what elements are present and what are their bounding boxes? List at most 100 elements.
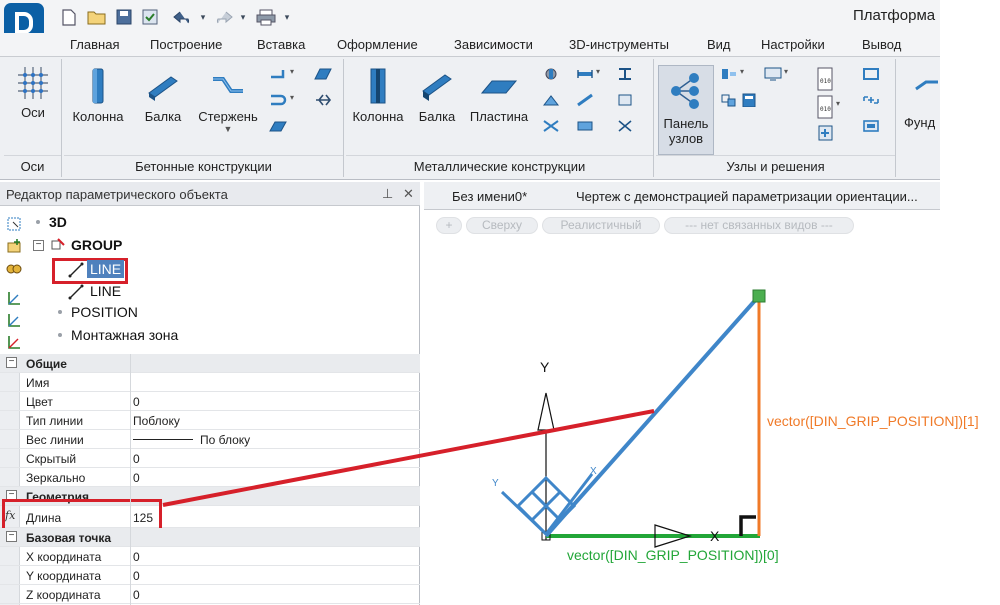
property-value[interactable]: 0 — [133, 452, 140, 466]
spec-010b-icon[interactable]: 010 — [816, 95, 834, 119]
axis-xz-icon[interactable] — [6, 312, 22, 328]
tree-item-position[interactable]: POSITION — [71, 304, 138, 320]
tree-item-group[interactable]: GROUP — [71, 237, 122, 253]
tree-item-3d[interactable]: 3D — [49, 214, 67, 230]
axes-button[interactable]: Оси — [8, 65, 58, 120]
menu-insert[interactable]: Вставка — [257, 37, 305, 52]
redo-icon[interactable] — [210, 7, 236, 27]
section-frame-icon[interactable] — [862, 119, 880, 133]
bolt-icon[interactable] — [542, 67, 560, 81]
split-icon[interactable] — [314, 93, 332, 107]
tab-drawing-demo[interactable]: Чертеж с демонстрацией параметризации ор… — [576, 189, 918, 204]
property-value[interactable]: По блоку — [200, 433, 250, 447]
property-row-lineweight[interactable]: Вес линии По блоку — [0, 430, 420, 449]
redo-dropdown-icon[interactable]: ▾ — [238, 7, 248, 27]
clamp-dropdown-icon[interactable]: ▾ — [290, 93, 294, 102]
concrete-beam-button[interactable]: Балка — [138, 67, 188, 124]
tree-item-mounting-zone[interactable]: Монтажная зона — [71, 327, 178, 343]
collapse-icon[interactable]: − — [6, 357, 17, 368]
spec-dropdown-icon[interactable]: ▾ — [836, 99, 840, 108]
connector-icon[interactable] — [576, 119, 594, 133]
new-file-icon[interactable] — [60, 7, 78, 27]
node-insert-dropdown-icon[interactable]: ▾ — [740, 67, 744, 76]
slab-icon[interactable] — [269, 119, 287, 133]
find-icon[interactable] — [6, 260, 22, 276]
add-frame-icon[interactable] — [862, 93, 880, 107]
axis-xy-icon[interactable] — [6, 290, 22, 306]
menu-constraints[interactable]: Зависимости — [454, 37, 533, 52]
view-top-button[interactable]: Сверху — [466, 217, 538, 234]
property-value[interactable]: 0 — [133, 569, 140, 583]
rebar-dropdown-icon[interactable]: ▼ — [194, 124, 262, 134]
stirrup-dropdown-icon[interactable]: ▾ — [290, 67, 294, 76]
m-section-icon[interactable] — [616, 93, 634, 107]
grip-handle[interactable] — [752, 289, 766, 303]
stiffener-icon[interactable] — [576, 93, 594, 107]
i-section-icon[interactable] — [616, 67, 634, 81]
property-value[interactable]: 0 — [133, 588, 140, 602]
property-row-z[interactable]: Z координата 0 — [0, 585, 420, 604]
print-icon[interactable] — [254, 7, 278, 27]
tree-item-line-selected[interactable]: LINE — [87, 260, 125, 278]
property-row-color[interactable]: Цвет 0 — [0, 392, 420, 411]
clamp-icon[interactable] — [269, 93, 287, 107]
menu-format[interactable]: Оформление — [337, 37, 418, 52]
menu-settings[interactable]: Настройки — [761, 37, 825, 52]
close-icon[interactable]: ✕ — [403, 186, 414, 202]
add-object-icon[interactable] — [6, 238, 22, 254]
brace-icon[interactable] — [542, 119, 560, 133]
property-row-linetype[interactable]: Тип линии Поблоку — [0, 411, 420, 430]
menu-home[interactable]: Главная — [70, 37, 119, 52]
weld-icon[interactable] — [542, 93, 560, 107]
monitor-dropdown-icon[interactable]: ▾ — [784, 67, 788, 76]
property-value[interactable]: 0 — [133, 471, 140, 485]
metal-column-button[interactable]: Колонна — [348, 67, 408, 124]
frame-icon[interactable] — [862, 67, 880, 81]
plane-icon[interactable] — [314, 67, 332, 81]
property-value[interactable]: 0 — [133, 395, 140, 409]
add-view-button[interactable]: + — [436, 217, 462, 234]
menu-output[interactable]: Вывод — [862, 37, 901, 52]
rebar-button[interactable]: Стержень ▼ — [194, 67, 262, 134]
monitor-icon[interactable] — [764, 67, 782, 81]
collapse-icon[interactable]: − — [6, 531, 17, 542]
property-value[interactable]: Поблоку — [133, 414, 180, 428]
menu-build[interactable]: Построение — [150, 37, 222, 52]
plate-button[interactable]: Пластина — [464, 67, 534, 124]
menu-3d-tools[interactable]: 3D-инструменты — [569, 37, 669, 52]
foundation-button[interactable]: Фунд — [904, 115, 935, 130]
stirrup-icon[interactable] — [269, 67, 287, 81]
pin-icon[interactable]: ⊥ — [382, 186, 393, 202]
concrete-column-button[interactable]: Колонна — [68, 67, 128, 124]
node-insert-icon[interactable] — [720, 67, 738, 81]
select-icon[interactable] — [6, 216, 22, 232]
quick-access-dropdown-icon[interactable]: ▾ — [282, 7, 292, 27]
spec-add-icon[interactable] — [816, 123, 834, 143]
undo-dropdown-icon[interactable]: ▾ — [198, 7, 208, 27]
visual-style-button[interactable]: Реалистичный — [542, 217, 660, 234]
property-value[interactable]: 0 — [133, 550, 140, 564]
property-row-y[interactable]: Y координата 0 — [0, 566, 420, 585]
profile-dropdown-icon[interactable]: ▾ — [596, 67, 600, 76]
linked-views-button[interactable]: --- нет связанных видов --- — [664, 217, 854, 234]
save-as-icon[interactable] — [140, 7, 160, 27]
calculator-icon[interactable] — [740, 93, 758, 107]
menu-view[interactable]: Вид — [707, 37, 731, 52]
tree-collapse-icon[interactable]: − — [33, 240, 44, 251]
axis-yz-icon[interactable] — [6, 334, 22, 350]
open-folder-icon[interactable] — [86, 7, 108, 27]
category-base-point[interactable]: − Базовая точка — [0, 528, 420, 547]
spec-010-icon[interactable]: 010 — [816, 67, 834, 91]
tab-untitled[interactable]: Без имени0* — [452, 189, 527, 204]
property-row-name[interactable]: Имя — [0, 373, 420, 392]
save-icon[interactable] — [114, 7, 134, 27]
property-row-hidden[interactable]: Скрытый 0 — [0, 449, 420, 468]
undo-icon[interactable] — [170, 7, 196, 27]
profile-icon[interactable] — [576, 67, 594, 81]
tree-item-line[interactable]: LINE — [90, 283, 121, 299]
node-copy-icon[interactable] — [720, 93, 738, 107]
cut-icon[interactable] — [616, 119, 634, 133]
node-panel-button[interactable]: Панель узлов — [658, 65, 714, 155]
property-row-mirror[interactable]: Зеркально 0 — [0, 468, 420, 487]
metal-beam-button[interactable]: Балка — [414, 67, 460, 124]
